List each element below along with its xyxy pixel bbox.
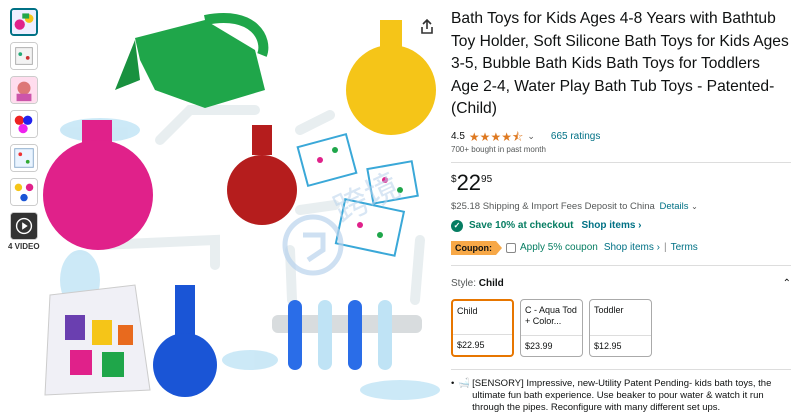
- divider: [451, 264, 791, 266]
- rating-row: 4.5 ★ ★ ★ ★ ⯪ ⌄ 665 ratings: [451, 131, 791, 143]
- price-whole: 22: [456, 169, 482, 195]
- main-product-image[interactable]: [40, 0, 442, 410]
- style-option-name: Child: [457, 305, 478, 316]
- feature-bullet: • 🛁 [SENSORY] Impressive, new-Utility Pa…: [451, 378, 791, 414]
- style-option-aqua-tod[interactable]: C - Aqua Tod + Color... $23.99: [520, 298, 583, 357]
- style-option-name: C - Aqua Tod + Color...: [525, 304, 577, 326]
- bullet-dot: •: [451, 377, 455, 389]
- star-icon: ★: [490, 129, 502, 144]
- chevron-down-icon[interactable]: ⌄: [691, 202, 698, 211]
- separator: |: [663, 242, 667, 253]
- terms-link[interactable]: Terms: [671, 242, 698, 253]
- coupon-shop-items-link[interactable]: Shop items ›: [604, 242, 660, 253]
- thumbnail-3[interactable]: [10, 76, 38, 104]
- style-option-price: $12.95: [590, 334, 651, 356]
- share-icon[interactable]: [418, 18, 436, 36]
- check-icon: ✓: [451, 219, 463, 232]
- shipping-details-link[interactable]: Details: [659, 201, 688, 212]
- style-option-toddler[interactable]: Toddler $12.95: [589, 298, 652, 357]
- rating-value: 4.5: [451, 131, 465, 142]
- shop-items-link[interactable]: Shop items ›: [582, 220, 642, 231]
- product-info: Bath Toys for Kids Ages 4-8 Years with B…: [451, 8, 791, 414]
- save-text: Save 10% at checkout: [469, 220, 574, 231]
- style-option-name: Toddler: [594, 304, 624, 315]
- thumbnail-1[interactable]: [10, 8, 38, 36]
- price-fraction: 95: [481, 173, 493, 185]
- style-value: Child: [478, 277, 504, 289]
- star-rating-icon[interactable]: ★ ★ ★ ★ ⯪: [469, 131, 523, 143]
- style-option-child[interactable]: Child $22.95: [451, 298, 514, 357]
- product-title: Bath Toys for Kids Ages 4-8 Years with B…: [451, 10, 789, 117]
- feature-bullet-text: [SENSORY] Impressive, new-Utility Patent…: [472, 377, 772, 413]
- style-label: Style:: [451, 277, 477, 289]
- star-icon: ★: [501, 129, 512, 144]
- apply-coupon-text[interactable]: Apply 5% coupon: [520, 242, 598, 253]
- video-count-label: 4 VIDEO: [8, 242, 40, 251]
- chevron-up-icon[interactable]: ⌃: [783, 278, 791, 289]
- thumbnail-6[interactable]: [10, 178, 38, 206]
- shipping-info: $25.18 Shipping & Import Fees Deposit to…: [451, 201, 791, 212]
- bath-icon: 🛁: [458, 377, 471, 389]
- ratings-count-link[interactable]: 665 ratings: [551, 131, 600, 142]
- thumbnail-strip: 4 VIDEO: [6, 8, 42, 251]
- coupon-checkbox[interactable]: [505, 242, 516, 253]
- thumbnail-2[interactable]: [10, 42, 38, 70]
- star-icon: ★: [468, 129, 480, 144]
- style-selector-header[interactable]: Style: Child ⌃: [451, 278, 791, 289]
- shipping-text: $25.18 Shipping & Import Fees Deposit to…: [451, 200, 655, 212]
- bought-past-month: 700+ bought in past month: [451, 144, 546, 154]
- half-star-icon: ⯪: [511, 129, 524, 144]
- style-options: Child $22.95 C - Aqua Tod + Color... $23…: [451, 298, 791, 357]
- chevron-down-icon[interactable]: ⌄: [527, 131, 535, 142]
- play-icon: [11, 213, 37, 239]
- save-promo: ✓ Save 10% at checkout Shop items ›: [451, 219, 791, 232]
- style-option-price: $23.99: [521, 334, 582, 356]
- star-icon: ★: [479, 129, 491, 144]
- thumbnail-video[interactable]: [10, 212, 38, 240]
- style-option-price: $22.95: [453, 333, 512, 355]
- thumbnail-4[interactable]: [10, 110, 38, 138]
- thumbnail-5[interactable]: [10, 144, 38, 172]
- divider: [451, 368, 791, 370]
- divider: [451, 161, 791, 163]
- price: $ 22 95: [451, 169, 791, 195]
- coupon-badge: Coupon:: [451, 240, 502, 255]
- coupon-row: Coupon: Apply 5% coupon Shop items › | T…: [451, 240, 791, 255]
